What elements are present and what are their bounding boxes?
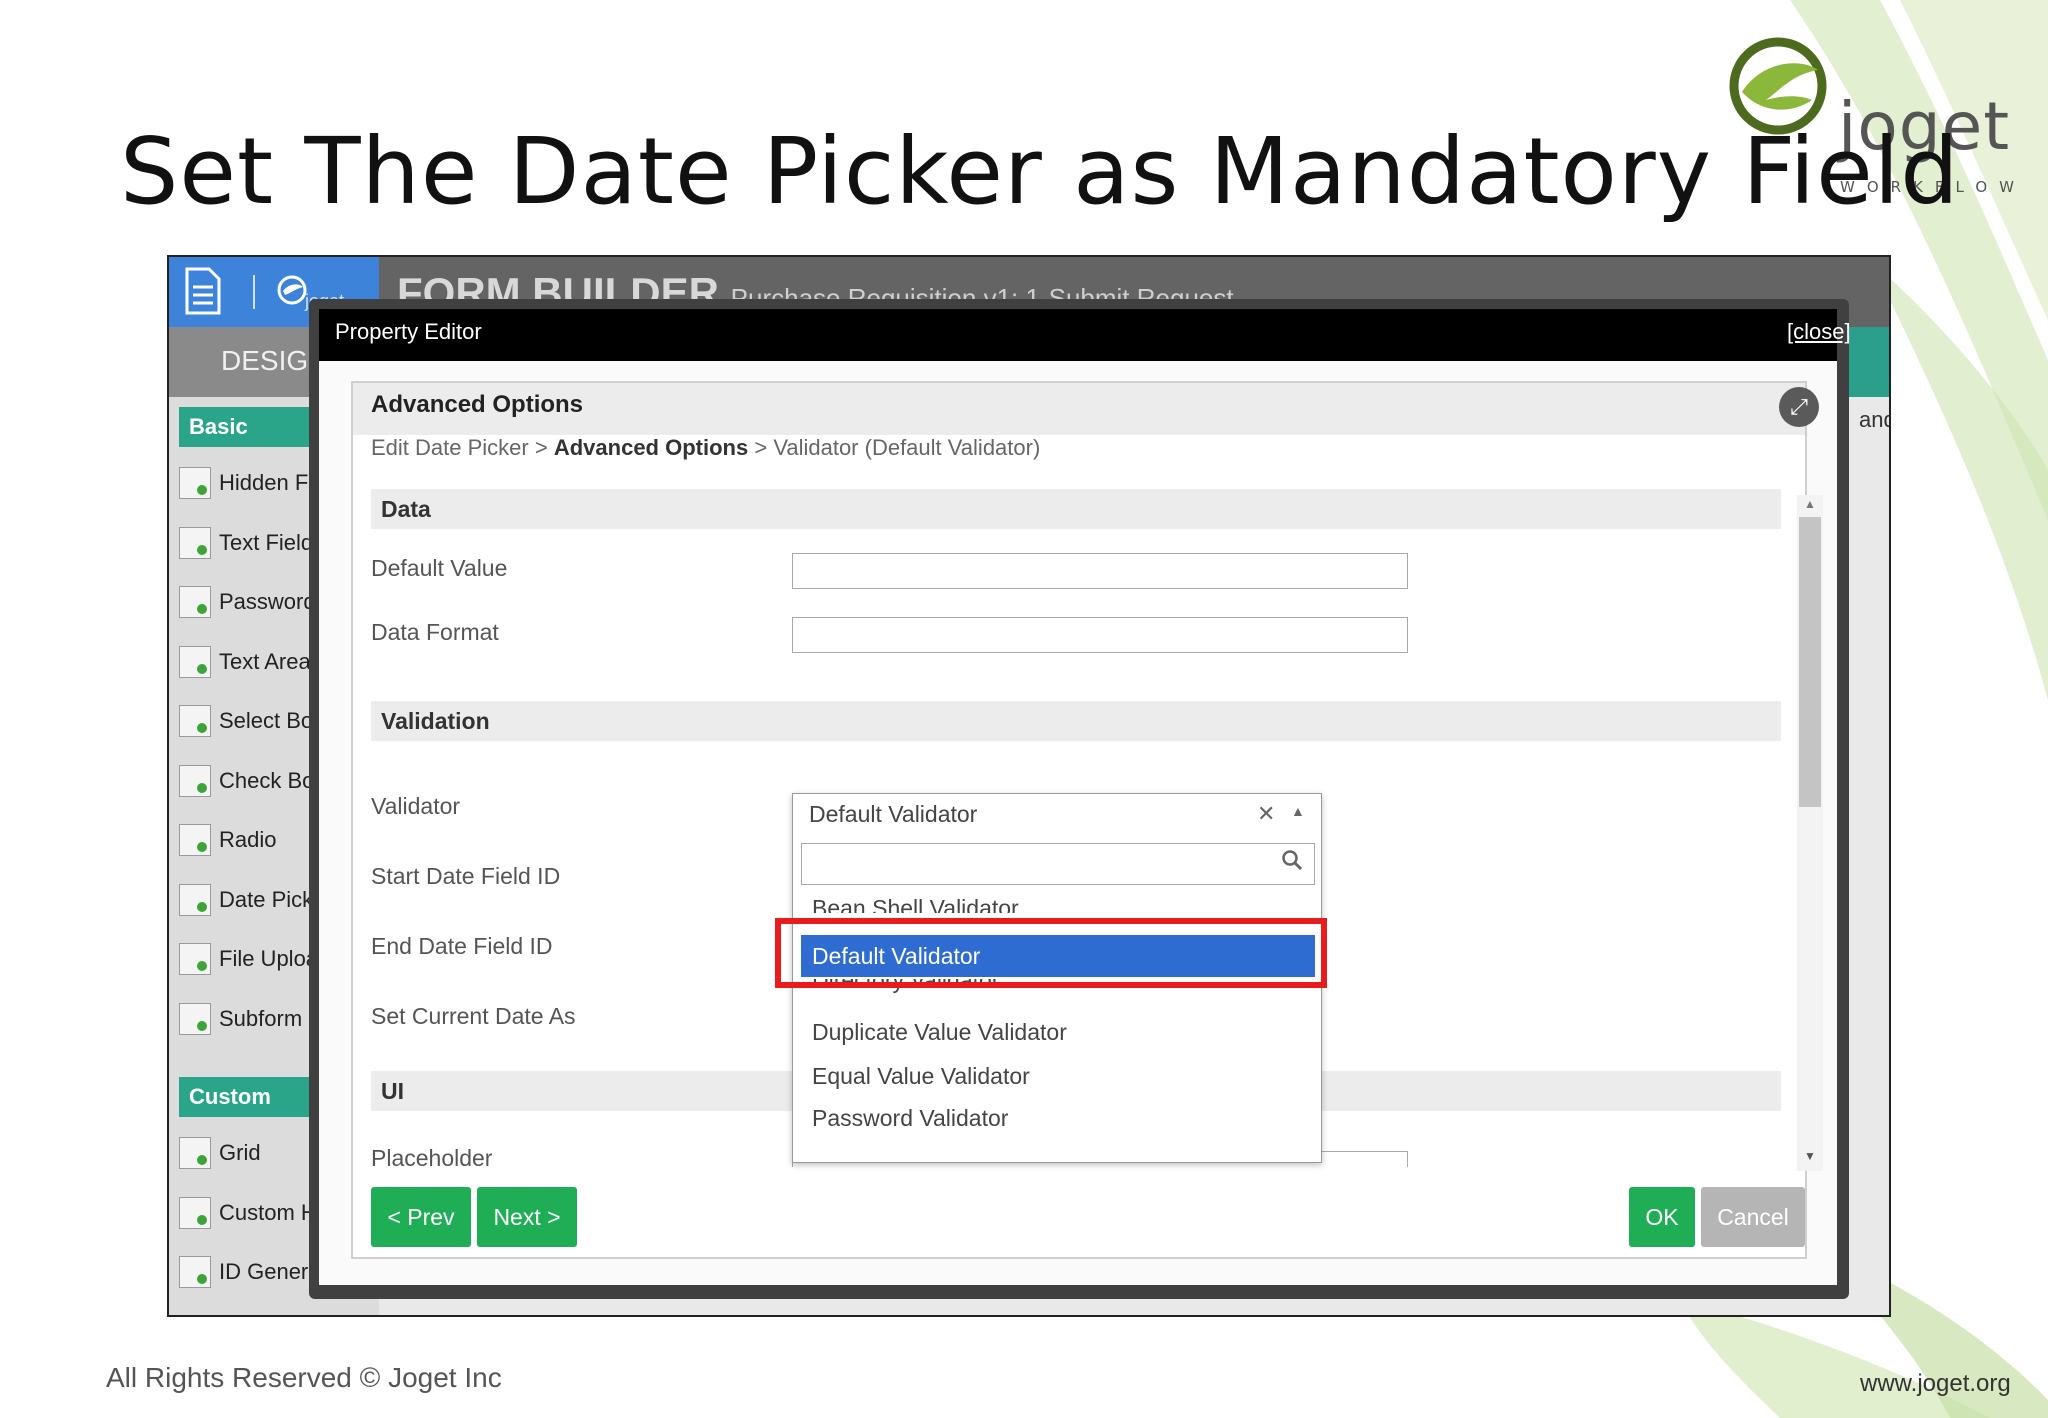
chevron-up-icon[interactable]: ▲ [1291,803,1305,819]
modal-close-link[interactable]: [close] [1787,319,1851,345]
palette-item-label: Date Pick [219,886,314,912]
label-start-date-field-id: Start Date Field ID [371,863,561,889]
prev-button[interactable]: < Prev [371,1187,471,1247]
validator-search-input[interactable] [801,843,1315,885]
palette-item-label: Text Area [219,648,311,674]
option-password-validator[interactable]: Password Validator [812,1105,1008,1132]
option-duplicate-value-validator[interactable]: Duplicate Value Validator [812,1019,1067,1046]
joget-small-logo-icon [277,275,307,305]
palette-item-label: Password [219,589,316,614]
palette-item-label: Check Bo [219,767,315,793]
breadcrumb: Edit Date Picker > Advanced Options > Va… [371,435,1040,461]
palette-item-label: Radio [219,827,277,852]
scroll-down-icon[interactable]: ▼ [1799,1149,1821,1165]
form-element-icon [179,883,211,916]
scroll-up-icon[interactable]: ▲ [1799,497,1821,513]
right-tab-indicator [1849,327,1889,397]
section-validation: Validation [371,701,1781,741]
form-element-icon [179,1002,211,1035]
document-icon [185,267,221,315]
form-element-icon [179,1137,211,1169]
label-default-value: Default Value [371,555,508,581]
palette-item-label: ID Genera [219,1259,321,1284]
palette-item-label: File Uploa [219,946,319,971]
form-builder-screenshot: joget FORM BUILDER Purchase Requisition … [167,255,1891,1317]
breadcrumb-item-advanced-options: Advanced Options [553,435,749,460]
panel-title: Advanced Options [371,391,584,418]
form-element-icon [179,824,211,856]
validator-selected-value[interactable]: Default Validator [809,801,977,828]
option-equal-value-validator[interactable]: Equal Value Validator [812,1063,1030,1090]
modal-header [319,309,1837,361]
form-element-icon [179,943,211,975]
form-element-icon [179,1256,211,1288]
footer-copyright: All Rights Reserved © Joget Inc [106,1362,502,1393]
option-bean-shell-validator[interactable]: Bean Shell Validator [812,895,1019,913]
background-text-peek: and [1859,407,1889,432]
form-element-icon [179,467,211,499]
form-element-icon [179,764,211,797]
palette-item-label: Select Bo [219,708,314,733]
clear-selection-icon[interactable]: ✕ [1257,801,1275,827]
label-placeholder: Placeholder [371,1145,493,1167]
palette-item-label: Text Field [219,529,314,555]
expand-icon[interactable]: ⤢ [1779,387,1819,427]
panel-scrollbar-thumb[interactable] [1799,517,1821,807]
form-element-icon [179,1196,211,1229]
form-element-icon [179,705,211,737]
section-data: Data [371,489,1781,529]
breadcrumb-separator: > [754,435,768,460]
label-validator: Validator [371,793,461,819]
search-icon [1282,850,1303,871]
form-element-icon [179,586,211,618]
palette-item-label: Grid [219,1140,261,1165]
slide-title: Set The Date Picker as Mandatory Field [120,118,1960,225]
default-value-input[interactable] [792,553,1408,589]
form-element-icon [179,526,211,559]
cancel-button[interactable]: Cancel [1701,1187,1805,1247]
footer-website: www.joget.org [1860,1370,2011,1397]
breadcrumb-item-validator[interactable]: Validator (Default Validator) [773,435,1040,460]
palette-item-label: Subform [219,1005,303,1031]
palette-item-label: Hidden Fi [219,470,314,495]
palette-item-label: Custom H [219,1199,317,1225]
breadcrumb-separator: > [534,435,548,460]
label-set-current-date-as: Set Current Date As [371,1003,576,1029]
form-element-icon [179,645,211,678]
data-format-input[interactable] [792,617,1408,653]
highlight-annotation-box [775,918,1327,988]
next-button[interactable]: Next > [477,1187,577,1247]
ok-button[interactable]: OK [1629,1187,1695,1247]
modal-title: Property Editor [335,319,482,344]
header-divider [253,275,255,309]
breadcrumb-item-edit-date-picker[interactable]: Edit Date Picker [371,435,529,460]
option-clip-top: Bean Shell Validator [803,893,1313,913]
label-end-date-field-id: End Date Field ID [371,933,553,959]
label-data-format: Data Format [371,619,499,645]
